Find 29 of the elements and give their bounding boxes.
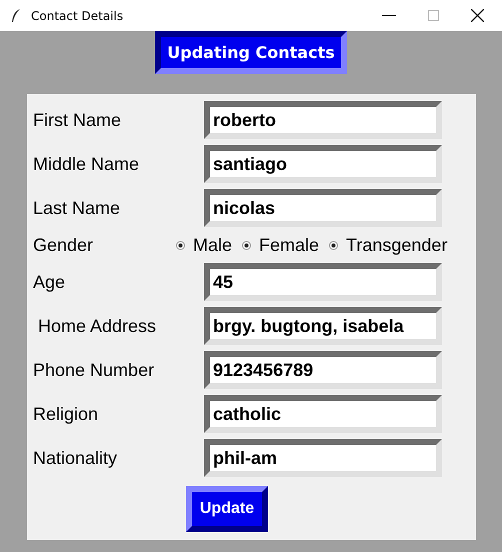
input-field[interactable]: roberto — [204, 101, 442, 139]
radio-button[interactable] — [242, 240, 252, 250]
field-label: Home Address — [37, 316, 158, 336]
input-field[interactable]: brgy. bugtong, isabela — [204, 307, 442, 345]
field-label: Religion — [33, 404, 100, 424]
input-field[interactable]: 45 — [204, 263, 442, 301]
field-label: Last Name — [33, 198, 122, 218]
minimize-icon[interactable] — [382, 14, 396, 16]
input-field[interactable]: 9123456789 — [204, 351, 442, 389]
radio-label[interactable]: Male — [193, 234, 232, 256]
header-label: Updating Contacts — [155, 31, 347, 74]
field-label: Gender — [33, 234, 94, 256]
input-field[interactable]: nicolas — [204, 189, 442, 227]
field-label: First Name — [33, 110, 122, 130]
radio-label[interactable]: Female — [259, 234, 320, 256]
field-label: Nationality — [33, 448, 118, 468]
input-field[interactable]: phil-am — [204, 439, 442, 477]
radio-button[interactable] — [176, 240, 185, 250]
radio-label[interactable]: Transgender — [346, 234, 448, 256]
radio-button[interactable] — [329, 240, 338, 250]
field-label: Age — [33, 272, 66, 292]
update-button[interactable]: Update — [186, 486, 268, 532]
input-field[interactable]: santiago — [204, 145, 442, 183]
field-label: Phone Number — [33, 360, 156, 380]
feather-icon — [11, 8, 21, 22]
input-field[interactable]: catholic — [204, 395, 442, 433]
field-label: Middle Name — [33, 154, 140, 174]
close-icon[interactable] — [471, 9, 484, 22]
window-title: Contact Details — [31, 8, 124, 22]
